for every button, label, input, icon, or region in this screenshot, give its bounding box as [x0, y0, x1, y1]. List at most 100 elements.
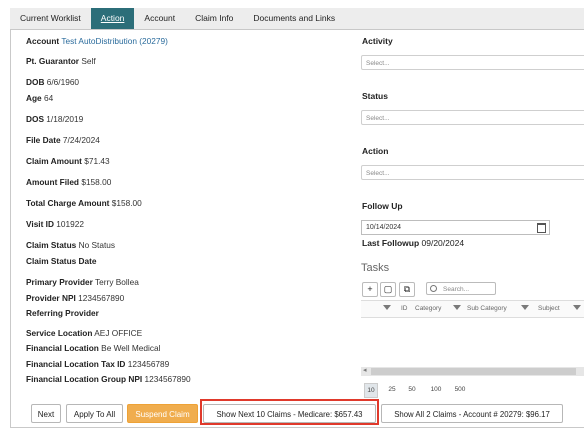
- dob-label: DOB: [26, 77, 45, 87]
- dos-label: DOS: [26, 114, 44, 124]
- tab-action[interactable]: Action: [90, 8, 135, 29]
- tasks-grid-header: ID Category Sub Category Subject: [361, 300, 584, 318]
- page-size-500[interactable]: 500: [452, 383, 468, 396]
- filter-icon[interactable]: [453, 305, 461, 310]
- tab-bar: Current Worklist Action Account Claim In…: [10, 8, 584, 30]
- action-select[interactable]: Select...: [361, 165, 584, 180]
- last-followup-label: Last Followup: [362, 238, 420, 248]
- visit-id-label: Visit ID: [26, 219, 54, 229]
- last-followup-value: 09/20/2024: [421, 238, 465, 248]
- claim-status-value: No Status: [78, 240, 116, 250]
- service-location-label: Service Location: [26, 328, 93, 338]
- fin-group-npi-row: Financial Location Group NPI 1234567890: [26, 374, 191, 384]
- task-search-placeholder: Search...: [443, 286, 470, 293]
- follow-up-label: Follow Up: [362, 201, 403, 211]
- tasks-title: Tasks: [361, 262, 390, 274]
- financial-location-value: Be Well Medical: [101, 343, 161, 353]
- tab-documents-links[interactable]: Documents and Links: [243, 8, 345, 29]
- service-location-row: Service Location AEJ OFFICE: [26, 328, 142, 338]
- financial-location-label: Financial Location: [26, 343, 99, 353]
- col-id[interactable]: ID: [401, 305, 408, 312]
- apply-to-all-button[interactable]: Apply To All: [66, 404, 123, 423]
- age-label: Age: [26, 93, 42, 103]
- account-row: Account Test AutoDistribution (20279): [26, 36, 168, 46]
- calendar-icon[interactable]: [537, 223, 546, 233]
- referring-provider-label: Referring Provider: [26, 308, 99, 318]
- tab-claim-info[interactable]: Claim Info: [185, 8, 243, 29]
- file-date-value: 7/24/2024: [62, 135, 100, 145]
- follow-up-date-value: 10/14/2024: [366, 224, 402, 231]
- fin-tax-row: Financial Location Tax ID 123456789: [26, 359, 169, 369]
- guarantor-row: Pt. Guarantor Self: [26, 56, 96, 66]
- tab-current-worklist[interactable]: Current Worklist: [10, 8, 91, 29]
- col-subject[interactable]: Subject: [538, 305, 560, 312]
- claim-status-label: Claim Status: [26, 240, 77, 250]
- fin-group-npi-label: Financial Location Group NPI: [26, 374, 143, 384]
- dos-row: DOS 1/18/2019: [26, 114, 83, 124]
- guarantor-value: Self: [81, 56, 96, 66]
- total-charge-label: Total Charge Amount: [26, 198, 110, 208]
- amount-filed-value: $158.00: [81, 177, 112, 187]
- provider-npi-label: Provider NPI: [26, 293, 76, 303]
- scroll-thumb[interactable]: [371, 368, 576, 375]
- horizontal-scrollbar[interactable]: [361, 367, 584, 376]
- primary-provider-value: Terry Bollea: [95, 277, 139, 287]
- dos-value: 1/18/2019: [46, 114, 84, 124]
- status-label: Status: [362, 91, 388, 101]
- filter-icon[interactable]: [573, 305, 581, 310]
- page-size-25[interactable]: 25: [386, 383, 398, 396]
- page-size-100[interactable]: 100: [428, 383, 444, 396]
- financial-location-row: Financial Location Be Well Medical: [26, 343, 161, 353]
- claim-status-row: Claim Status No Status: [26, 240, 115, 250]
- action-label: Action: [362, 146, 389, 156]
- page-size-50[interactable]: 50: [406, 383, 418, 396]
- add-task-icon[interactable]: +: [362, 282, 378, 297]
- file-date-label: File Date: [26, 135, 61, 145]
- provider-npi-value: 1234567890: [78, 293, 125, 303]
- visit-id-value: 101922: [56, 219, 84, 229]
- show-all-claims-button[interactable]: Show All 2 Claims - Account # 20279: $96…: [381, 404, 563, 423]
- referring-provider-row: Referring Provider: [26, 308, 99, 318]
- fin-tax-value: 123456789: [127, 359, 170, 369]
- col-category[interactable]: Category: [415, 305, 441, 312]
- page-size-10[interactable]: 10: [364, 383, 378, 398]
- primary-provider-label: Primary Provider: [26, 277, 93, 287]
- provider-npi-row: Provider NPI 1234567890: [26, 293, 124, 303]
- total-charge-row: Total Charge Amount $158.00: [26, 198, 142, 208]
- claim-amount-value: $71.43: [84, 156, 110, 166]
- scroll-left-icon[interactable]: ◂: [363, 366, 367, 374]
- claim-status-date-row: Claim Status Date: [26, 256, 97, 266]
- amount-filed-row: Amount Filed $158.00: [26, 177, 111, 187]
- activity-label: Activity: [362, 36, 393, 46]
- file-date-row: File Date 7/24/2024: [26, 135, 100, 145]
- task-search-input[interactable]: Search...: [426, 282, 496, 295]
- visit-id-row: Visit ID 101922: [26, 219, 84, 229]
- duplicate-icon[interactable]: ⧉: [399, 282, 415, 297]
- claim-amount-label: Claim Amount: [26, 156, 82, 166]
- suspend-claim-button[interactable]: Suspend Claim: [127, 404, 198, 423]
- account-label: Account: [26, 36, 60, 46]
- guarantor-label: Pt. Guarantor: [26, 56, 80, 66]
- search-icon: [430, 285, 437, 292]
- activity-select[interactable]: Select...: [361, 55, 584, 70]
- col-sub-category[interactable]: Sub Category: [467, 305, 507, 312]
- dob-row: DOB 6/6/1960: [26, 77, 79, 87]
- age-row: Age 64: [26, 93, 53, 103]
- claim-amount-row: Claim Amount $71.43: [26, 156, 110, 166]
- fin-tax-label: Financial Location Tax ID: [26, 359, 126, 369]
- last-followup-row: Last Followup 09/20/2024: [362, 238, 464, 248]
- dob-value: 6/6/1960: [46, 77, 80, 87]
- claim-status-date-label: Claim Status Date: [26, 256, 97, 266]
- age-value: 64: [44, 93, 54, 103]
- follow-up-date-input[interactable]: 10/14/2024: [361, 220, 550, 235]
- filter-icon[interactable]: [521, 305, 529, 310]
- account-link[interactable]: Test AutoDistribution (20279): [61, 36, 168, 46]
- tab-account[interactable]: Account: [134, 8, 185, 29]
- next-button[interactable]: Next: [31, 404, 61, 423]
- fin-group-npi-value: 1234567890: [144, 374, 191, 384]
- status-select[interactable]: Select...: [361, 110, 584, 125]
- copy-icon[interactable]: ▢: [380, 282, 396, 297]
- filter-icon[interactable]: [383, 305, 391, 310]
- highlight-box: [200, 399, 379, 425]
- primary-provider-row: Primary Provider Terry Bollea: [26, 277, 139, 287]
